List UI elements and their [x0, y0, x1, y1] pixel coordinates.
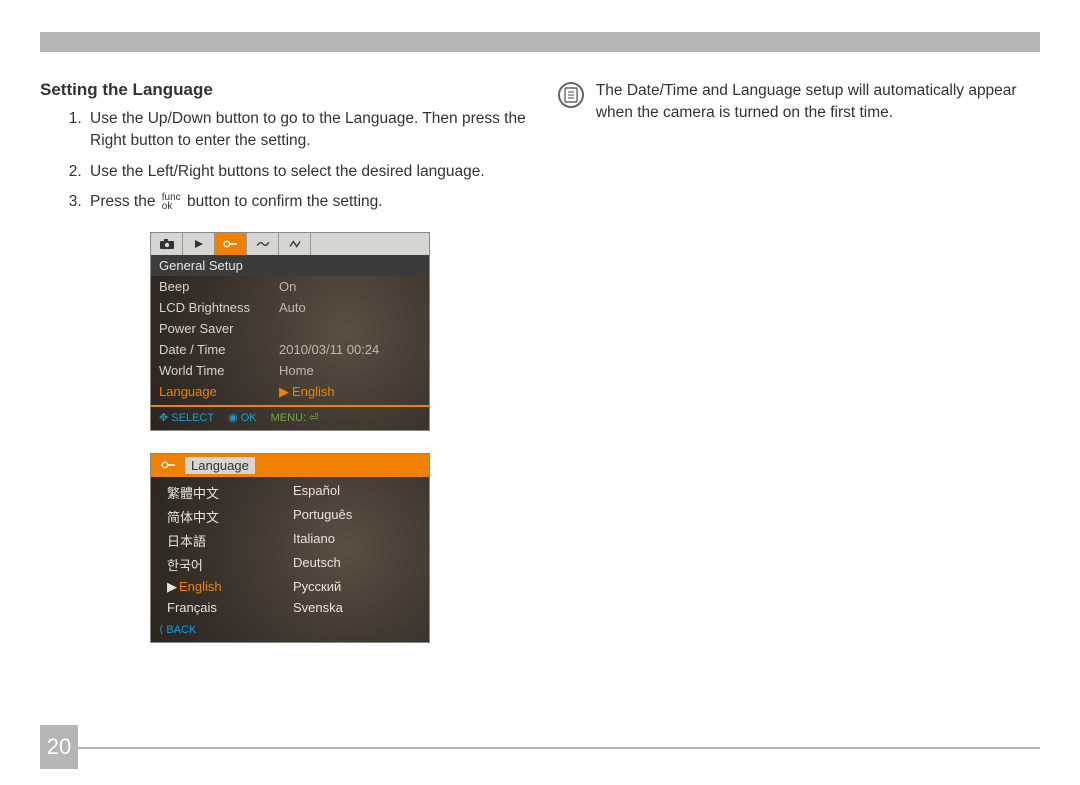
playback-tab-icon	[183, 233, 215, 255]
setting-value: Auto	[279, 300, 421, 315]
setting-value	[279, 321, 421, 336]
page-number: 20	[40, 725, 78, 769]
lcd1-row: World TimeHome	[151, 360, 429, 381]
footer-select: ✥ SELECT	[159, 411, 214, 424]
lcd1-title: General Setup	[151, 255, 429, 276]
lcd2-title: Language	[185, 457, 255, 474]
footer-menu: MENU: ⏎	[271, 411, 319, 424]
func-bot: ok	[162, 202, 181, 211]
setting-key: LCD Brightness	[159, 300, 279, 315]
lcd1-footer: ✥ SELECT ◉ OK MENU: ⏎	[151, 407, 429, 430]
footer-rule	[78, 747, 1040, 749]
language-option: 繁體中文	[167, 483, 293, 502]
setup-tab-icon	[215, 233, 247, 255]
lcd1-row: Language▶English	[151, 381, 429, 403]
setting-key: Date / Time	[159, 342, 279, 357]
setting-value: Home	[279, 363, 421, 378]
step-3-post: button to confirm the setting.	[183, 193, 383, 210]
setting-key: Language	[159, 384, 279, 400]
right-column: The Date/Time and Language setup will au…	[558, 80, 1040, 715]
lcd-general-setup: General Setup BeepOnLCD BrightnessAutoPo…	[150, 232, 430, 431]
note-icon	[558, 82, 584, 108]
lcd1-row: Date / Time2010/03/11 00:24	[151, 339, 429, 360]
left-column: Setting the Language Use the Up/Down but…	[40, 80, 532, 715]
language-option: Português	[293, 507, 419, 526]
language-option: 简体中文	[167, 507, 293, 526]
section-heading: Setting the Language	[40, 80, 532, 100]
language-option: 日本語	[167, 531, 293, 550]
footer-ok: ◉ OK	[228, 411, 257, 424]
lcd2-title-bar: Language	[151, 454, 429, 477]
language-option: Deutsch	[293, 555, 419, 574]
lcd1-rows: BeepOnLCD BrightnessAutoPower SaverDate …	[151, 276, 429, 403]
language-option: 한국어	[167, 555, 293, 574]
language-option: Italiano	[293, 531, 419, 550]
camera-mode-tab-icon	[151, 233, 183, 255]
lcd-language-select: Language 繁體中文Español简体中文Português日本語Ital…	[150, 453, 430, 643]
lcd1-row: Power Saver	[151, 318, 429, 339]
footer-back: ⟨ BACK	[159, 624, 196, 636]
lcd2-footer: ⟨ BACK	[151, 619, 429, 642]
steps-list: Use the Up/Down button to go to the Lang…	[40, 108, 532, 214]
language-option: Français	[167, 600, 293, 615]
lcd1-row: LCD BrightnessAuto	[151, 297, 429, 318]
step-3: Press the funcok button to confirm the s…	[86, 191, 532, 213]
language-option: Svenska	[293, 600, 419, 615]
lcd-tab-bar	[151, 233, 429, 255]
setting-key: World Time	[159, 363, 279, 378]
language-option: Русский	[293, 579, 419, 595]
header-bar	[40, 32, 1040, 52]
note-block: The Date/Time and Language setup will au…	[558, 80, 1040, 123]
page-content: Setting the Language Use the Up/Down but…	[40, 80, 1040, 715]
note-text: The Date/Time and Language setup will au…	[596, 80, 1040, 123]
setup-key-icon	[159, 460, 179, 470]
setting-key: Power Saver	[159, 321, 279, 336]
func-ok-button-label: funcok	[162, 193, 181, 211]
step-1: Use the Up/Down button to go to the Lang…	[86, 108, 532, 153]
setting-value: ▶English	[279, 384, 421, 400]
setting-key: Beep	[159, 279, 279, 294]
setting-value: On	[279, 279, 421, 294]
language-option: ▶English	[167, 579, 293, 595]
extra-tab-2-icon	[279, 233, 311, 255]
step-2: Use the Left/Right buttons to select the…	[86, 161, 532, 183]
step-3-pre: Press the	[90, 193, 160, 210]
setting-value: 2010/03/11 00:24	[279, 342, 421, 357]
language-option: Español	[293, 483, 419, 502]
extra-tab-1-icon	[247, 233, 279, 255]
lcd1-row: BeepOn	[151, 276, 429, 297]
language-grid: 繁體中文Español简体中文Português日本語Italiano한국어De…	[151, 477, 429, 619]
